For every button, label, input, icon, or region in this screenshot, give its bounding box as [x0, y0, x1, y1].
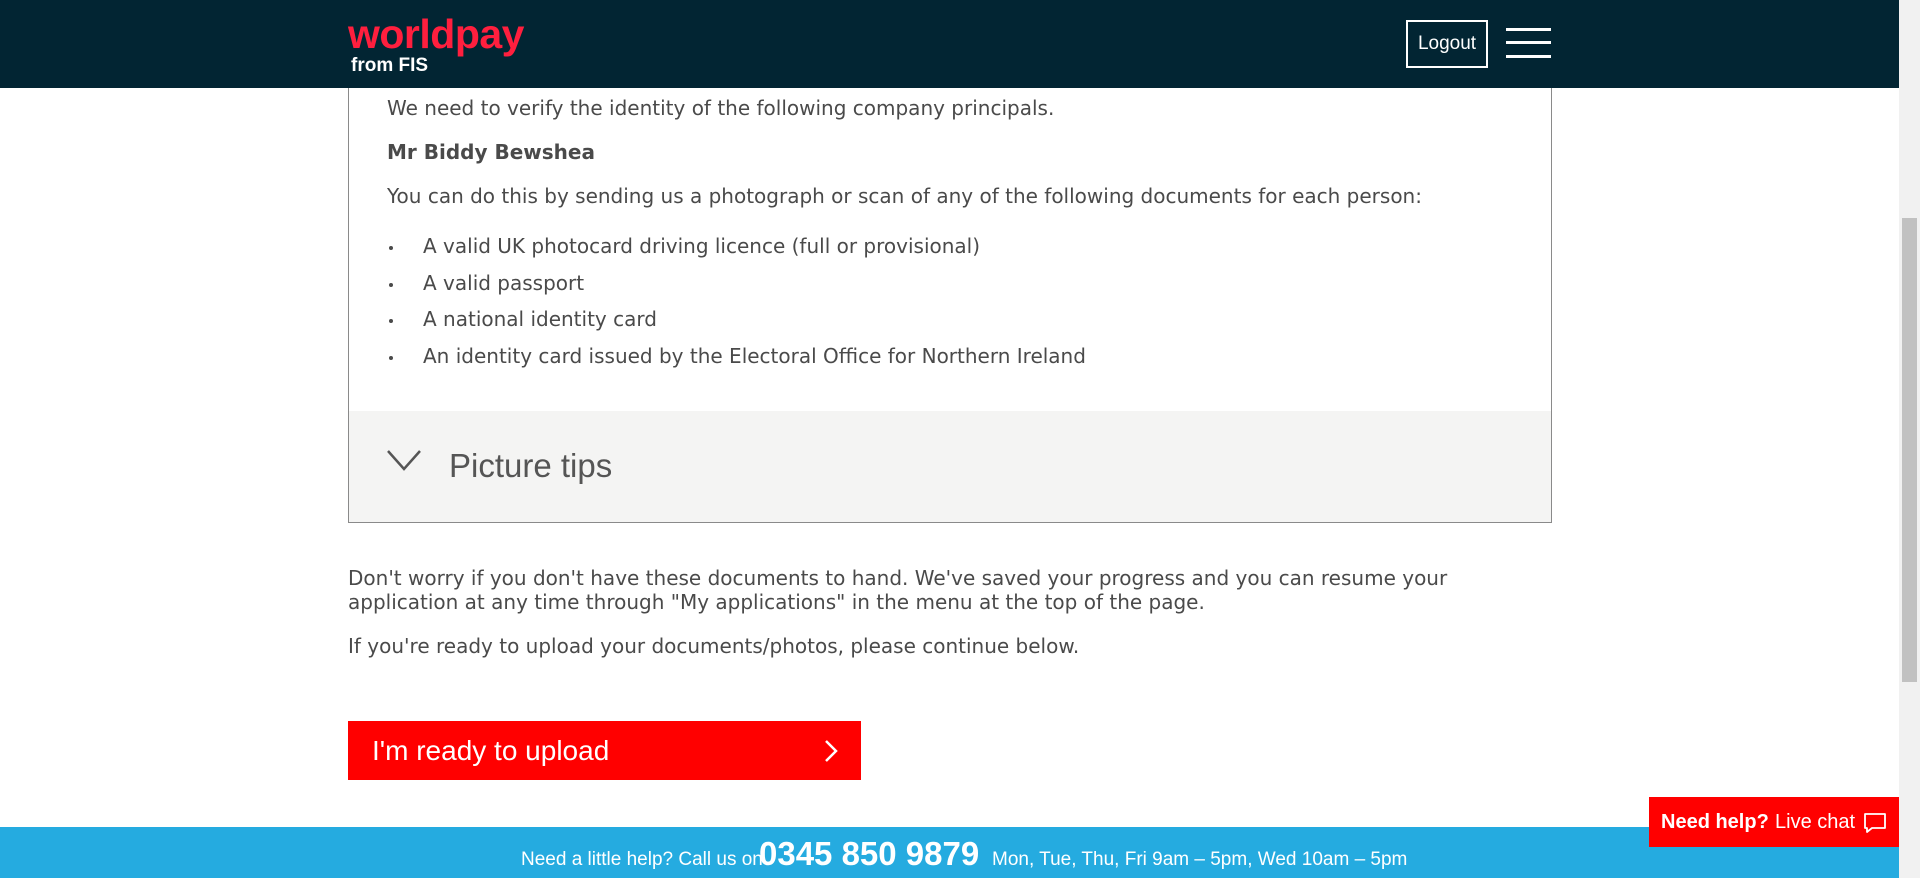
- verification-instruction: You can do this by sending us a photogra…: [387, 184, 1422, 208]
- list-item: A national identity card: [387, 305, 1086, 342]
- principal-name: Mr Biddy Bewshea: [387, 140, 595, 164]
- list-item: A valid UK photocard driving licence (fu…: [387, 232, 1086, 269]
- page-scrollbar[interactable]: [1899, 0, 1920, 878]
- help-phone-number[interactable]: 0345 850 9879: [759, 835, 979, 873]
- identity-verification-panel: We need to verify the identity of the fo…: [348, 60, 1552, 523]
- logo-subtitle: from FIS: [351, 55, 429, 76]
- phone-help-bar: Need a little help? Call us on 0345 850 …: [0, 827, 1899, 878]
- live-chat-button[interactable]: Need help? Live chat: [1649, 797, 1899, 847]
- help-opening-hours: Mon, Tue, Thu, Fri 9am – 5pm, Wed 10am –…: [992, 849, 1408, 870]
- list-item: An identity card issued by the Electoral…: [387, 342, 1086, 379]
- upload-button-label: I'm ready to upload: [372, 735, 610, 766]
- chat-label: Live chat: [1775, 811, 1856, 833]
- logout-button[interactable]: Logout: [1406, 20, 1488, 68]
- ready-to-upload-button[interactable]: I'm ready to upload: [348, 721, 861, 780]
- help-lead-text: Need a little help? Call us on: [521, 849, 763, 870]
- document-list: A valid UK photocard driving licence (fu…: [387, 232, 1086, 378]
- list-item: A valid passport: [387, 269, 1086, 306]
- ready-instruction: If you're ready to upload your documents…: [348, 634, 1080, 658]
- chat-need-help-label: Need help?: [1661, 811, 1769, 833]
- verification-intro: We need to verify the identity of the fo…: [387, 96, 1055, 120]
- top-header: worldpay from FIS Logout: [0, 0, 1899, 88]
- picture-tips-label: Picture tips: [449, 447, 613, 484]
- worldpay-logo[interactable]: worldpay from FIS: [348, 11, 524, 76]
- picture-tips-accordion[interactable]: Picture tips: [349, 411, 1551, 522]
- chat-bubble-icon: [1864, 813, 1886, 833]
- scrollbar-thumb[interactable]: [1902, 218, 1917, 682]
- save-progress-note: Don't worry if you don't have these docu…: [348, 566, 1448, 614]
- logo-wordmark: worldpay: [348, 11, 524, 57]
- chevron-right-icon: [825, 740, 838, 762]
- hamburger-menu-icon[interactable]: [1506, 28, 1551, 59]
- chevron-down-icon: [387, 450, 421, 471]
